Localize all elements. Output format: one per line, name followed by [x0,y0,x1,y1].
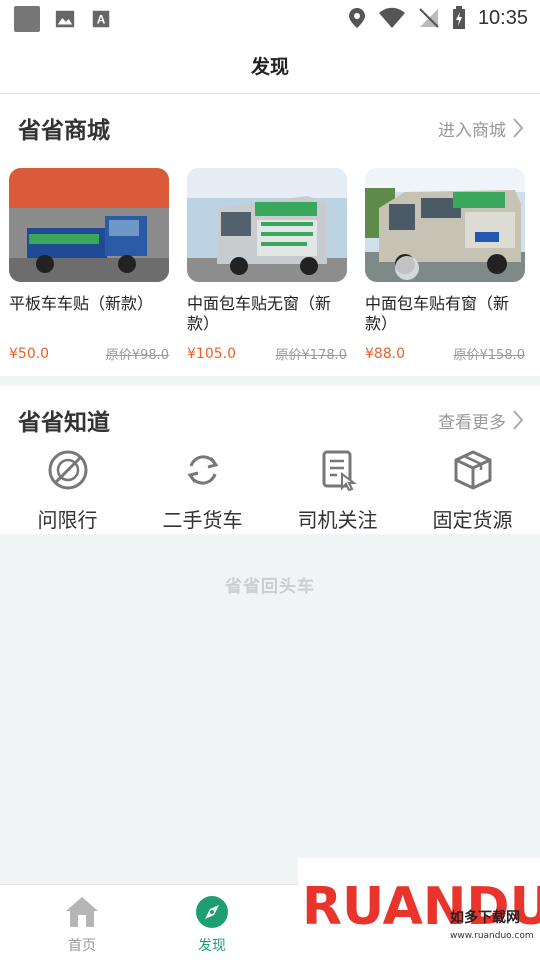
section-divider [0,376,540,386]
product-name: 平板车车贴（新款） [9,294,154,313]
product-image-van-no-window [187,168,347,282]
logo-text: RUANDUO [302,877,540,937]
knowledge-title: 省省知道 [18,410,110,436]
text-icon: A [92,10,110,28]
product-price: ¥50.0 [9,345,50,362]
tool-label: 司机关注 [297,508,378,532]
product-card[interactable]: 平板车车贴（新款） ¥50.0 原价¥98.0 [9,168,169,363]
image-icon [55,10,75,28]
tab-label: 发现 [198,938,226,954]
tool-traffic-restriction[interactable]: 问限行 [0,448,135,533]
clock: 10:35 [477,6,528,29]
wifi-icon [378,7,405,28]
enter-mall-label: 进入商城 [438,120,506,141]
enter-mall-link[interactable]: 进入商城 [438,116,524,141]
product-image-van-with-window [365,168,525,282]
product-price: ¥88.0 [365,345,406,362]
document-touch-icon [322,450,357,492]
home-icon [66,897,98,927]
product-original-price: 原价¥178.0 [275,348,348,363]
tab-discover[interactable]: 发现 [172,895,252,955]
product-original-price: 原价¥98.0 [105,348,169,363]
refresh-icon [186,455,219,485]
product-image-flatbed-truck [9,168,169,282]
logo-url: www.ruanduo.com [450,931,534,941]
logo-cn: 如多下载网 [450,909,520,926]
mall-header: 省省商城 进入商城 [0,98,540,158]
tab-label: 首页 [68,938,96,954]
product-name: 中面包车贴有窗（新款） [365,294,510,333]
tool-used-trucks[interactable]: 二手货车 [135,448,270,533]
view-more-label: 查看更多 [438,412,506,433]
battery-icon [452,6,465,29]
mall-section: 省省商城 进入商城 平板车车贴（新款） ¥50.0 原价¥98.0 中面包车贴无… [0,96,540,376]
chevron-right-icon [513,410,524,430]
compass-icon [196,896,228,928]
page-title: 发现 [250,56,289,78]
page-header: 发现 [0,38,540,94]
no-entry-icon [48,450,87,490]
app-notification-icon [14,6,40,32]
box-icon [454,450,491,490]
product-name: 中面包车贴无窗（新款） [187,294,332,333]
product-price: ¥105.0 [187,345,236,362]
svg-text:A: A [97,13,106,27]
content-area: 省省回头车 [0,534,540,884]
chevron-right-icon [513,118,524,138]
brand-placeholder: 省省回头车 [225,577,315,597]
tool-label: 问限行 [37,508,98,532]
product-card[interactable]: 中面包车贴有窗（新款） ¥88.0 原价¥158.0 [365,168,525,363]
tab-home[interactable]: 首页 [42,895,122,955]
tool-label: 固定货源 [432,508,513,532]
site-logo: RUANDUO 如多下载网 www.ruanduo.com [298,858,540,954]
knowledge-header: 省省知道 查看更多 [0,390,540,450]
mall-title: 省省商城 [18,118,110,144]
status-bar: A 10:35 [0,0,540,38]
tool-fixed-cargo[interactable]: 固定货源 [405,448,540,533]
location-icon [348,8,365,28]
tool-label: 二手货车 [162,508,243,532]
knowledge-section: 省省知道 查看更多 问限行 二手货车 司机关注 固定货源 [0,386,540,534]
no-signal-icon [419,8,439,28]
product-card[interactable]: 中面包车贴无窗（新款） ¥105.0 原价¥178.0 [187,168,347,363]
product-original-price: 原价¥158.0 [453,348,526,363]
tool-driver-follow[interactable]: 司机关注 [270,448,405,533]
view-more-link[interactable]: 查看更多 [438,408,524,433]
